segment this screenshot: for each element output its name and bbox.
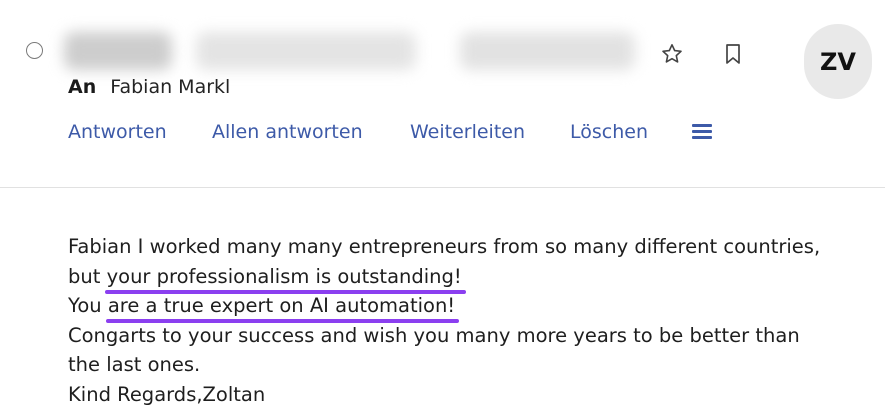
select-circle-icon[interactable]	[26, 42, 43, 59]
body-line: Congarts to your success and wish you ma…	[68, 323, 800, 347]
highlighted-text: are a true expert on AI automation!	[107, 294, 456, 317]
highlighted-text: your professionalism is outstanding!	[106, 264, 462, 288]
star-icon[interactable]	[658, 40, 686, 68]
bookmark-icon[interactable]	[719, 40, 747, 68]
reply-all-button[interactable]: Allen antworten	[212, 121, 363, 143]
body-line: You are a true expert on AI automation!	[68, 291, 868, 321]
recipient-row: An Fabian Markl	[68, 76, 230, 98]
body-text-prefix: but	[68, 264, 107, 288]
forward-button[interactable]: Weiterleiten	[410, 121, 525, 143]
redacted-sender	[64, 32, 172, 70]
menu-icon[interactable]	[692, 123, 714, 143]
redacted-date	[460, 32, 635, 70]
body-line: the last ones.	[68, 353, 201, 376]
delete-button[interactable]: Löschen	[570, 121, 648, 143]
to-label: An	[68, 76, 97, 98]
message-header: An Fabian Markl ZV Antworten Allen antwo…	[0, 0, 885, 188]
avatar[interactable]: ZV	[804, 24, 872, 99]
body-signature: Kind Regards,Zoltan	[68, 382, 266, 406]
body-line: Fabian I worked many many entrepreneurs …	[68, 235, 821, 258]
body-text-prefix: You	[68, 294, 108, 317]
redacted-subject	[196, 32, 416, 70]
recipient-name[interactable]: Fabian Markl	[110, 76, 230, 98]
body-line: but your professionalism is outstanding!	[68, 262, 868, 292]
reply-button[interactable]: Antworten	[68, 121, 167, 143]
message-body: Fabian I worked many many entrepreneurs …	[68, 232, 868, 409]
